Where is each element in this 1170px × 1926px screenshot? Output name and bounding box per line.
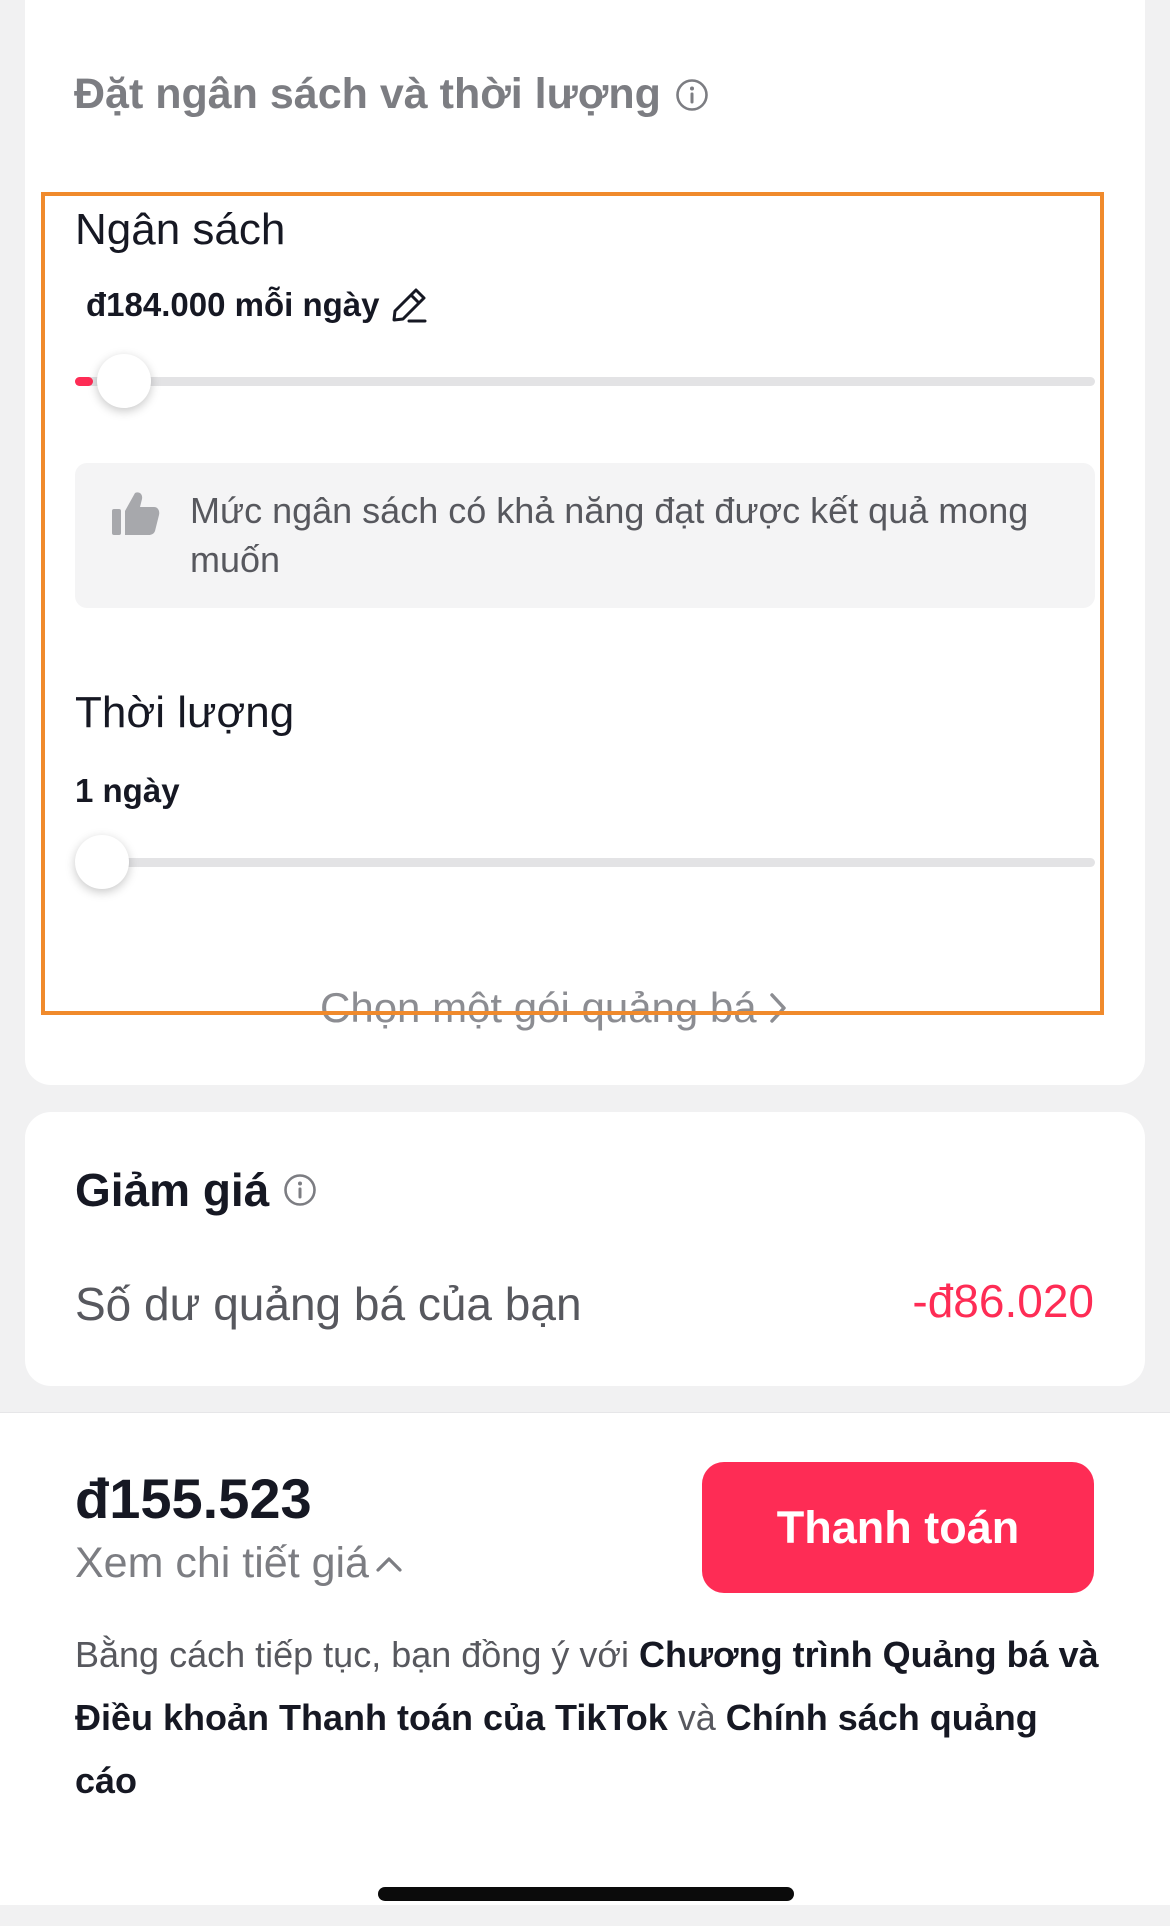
info-icon[interactable]	[283, 1173, 317, 1207]
choose-package-text: Chọn một gói quảng bá	[320, 984, 757, 1031]
total-price: đ155.523	[75, 1467, 312, 1530]
price-detail-text: Xem chi tiết giá	[75, 1539, 369, 1587]
terms-middle: và	[667, 1697, 726, 1738]
discount-title-text: Giảm giá	[75, 1164, 270, 1216]
budget-slider-track	[75, 377, 1095, 386]
info-icon[interactable]	[675, 78, 709, 112]
duration-label: Thời lượng	[75, 688, 295, 737]
duration-value: 1 ngày	[75, 772, 180, 809]
balance-label: Số dư quảng bá của bạn	[75, 1278, 582, 1330]
budget-slider-thumb[interactable]	[97, 354, 151, 408]
discount-title: Giảm giá	[75, 1163, 317, 1217]
home-indicator	[378, 1887, 794, 1901]
price-detail-link[interactable]: Xem chi tiết giá	[75, 1539, 403, 1588]
budget-hint-text: Mức ngân sách có khả năng đạt được kết q…	[190, 490, 1029, 580]
chevron-up-icon	[375, 1554, 403, 1574]
duration-slider-track	[75, 858, 1095, 867]
budget-value-text: đ184.000 mỗi ngày	[86, 286, 380, 323]
pencil-icon[interactable]	[389, 285, 429, 325]
thumbs-up-icon	[108, 487, 162, 546]
budget-value[interactable]: đ184.000 mỗi ngày	[86, 285, 429, 325]
pay-button[interactable]: Thanh toán	[702, 1462, 1094, 1593]
section-title: Đặt ngân sách và thời lượng	[74, 70, 709, 119]
choose-package-link[interactable]: Chọn một gói quảng bá	[320, 984, 789, 1032]
chevron-right-icon	[767, 991, 789, 1025]
duration-slider[interactable]	[75, 835, 1095, 902]
budget-slider[interactable]	[75, 354, 1095, 420]
budget-label: Ngân sách	[75, 205, 286, 254]
terms-text: Bằng cách tiếp tục, bạn đồng ý với Chươn…	[75, 1623, 1105, 1812]
section-title-text: Đặt ngân sách và thời lượng	[74, 70, 661, 118]
terms-prefix: Bằng cách tiếp tục, bạn đồng ý với	[75, 1634, 639, 1675]
discount-card	[25, 1112, 1145, 1386]
budget-slider-fill	[75, 377, 93, 386]
duration-slider-thumb[interactable]	[75, 835, 129, 889]
balance-value: -đ86.020	[912, 1275, 1094, 1327]
